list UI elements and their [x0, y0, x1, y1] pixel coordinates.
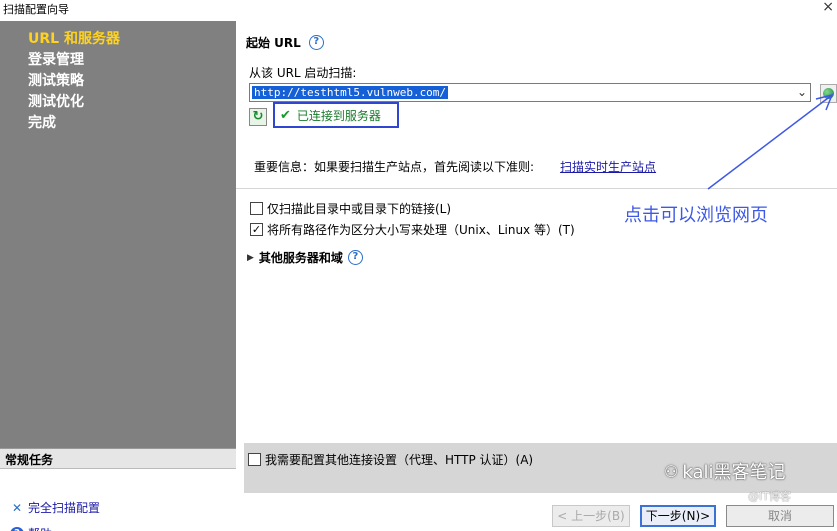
- other-servers-domains-label: 其他服务器和域: [258, 251, 343, 265]
- option-label: 我需要配置其他连接设置（代理、HTTP 认证）(A): [265, 453, 534, 467]
- watermark: ⚇ kali黑客笔记: [664, 458, 785, 484]
- refresh-connection-button[interactable]: ↻: [249, 108, 267, 126]
- help-icon: ?: [10, 526, 24, 531]
- task-label: 帮助: [28, 525, 52, 531]
- step-test-optimization[interactable]: 测试优化: [28, 92, 120, 113]
- check-icon: ✔: [280, 107, 291, 123]
- option-case-sensitive-paths[interactable]: ✓ 将所有路径作为区分大小写来处理（Unix、Linux 等）(T): [250, 221, 575, 238]
- common-tasks-panel: 常规任务 ✕ 完全扫描配置 ? 帮助: [0, 448, 236, 531]
- wizard-steps: URL 和服务器 登录管理 测试策略 测试优化 完成: [28, 29, 120, 134]
- start-url-value[interactable]: http://testhtml5.vulnweb.com/: [252, 86, 449, 99]
- task-full-scan-config[interactable]: ✕ 完全扫描配置: [10, 499, 100, 516]
- option-scan-directory-only[interactable]: 仅扫描此目录中或目录下的链接(L): [250, 200, 451, 217]
- option-other-connection-settings[interactable]: 我需要配置其他连接设置（代理、HTTP 认证）(A): [248, 451, 533, 468]
- wechat-icon: ⚇: [664, 461, 679, 481]
- connection-status: ✔ 已连接到服务器: [273, 102, 399, 128]
- annotation-text: 点击可以浏览网页: [624, 205, 768, 226]
- step-test-policy[interactable]: 测试策略: [28, 71, 120, 92]
- checkbox-unchecked[interactable]: [248, 453, 261, 466]
- tasks-header: 常规任务: [0, 449, 236, 469]
- scan-production-link[interactable]: 扫描实时生产站点: [560, 158, 656, 175]
- annotation-arrow: [707, 93, 834, 190]
- next-button[interactable]: 下一步(N)>: [640, 505, 716, 527]
- window-title: 扫描配置向导: [3, 3, 69, 16]
- other-servers-domains-expander[interactable]: ▶ 其他服务器和域 ?: [247, 249, 363, 266]
- question-icon[interactable]: ?: [308, 35, 324, 50]
- start-url-label: 从该 URL 启动扫描:: [249, 66, 357, 80]
- step-url-server[interactable]: URL 和服务器: [28, 29, 120, 50]
- main-panel: 起始 URL ? 从该 URL 启动扫描: http://testhtml5.v…: [236, 21, 837, 531]
- triangle-right-icon: ▶: [247, 252, 254, 263]
- question-icon[interactable]: ?: [347, 250, 363, 265]
- connection-status-text: 已连接到服务器: [296, 108, 381, 123]
- option-label: 仅扫描此目录中或目录下的链接(L): [267, 202, 452, 216]
- watermark-small: @IT博客: [748, 490, 791, 503]
- step-finish[interactable]: 完成: [28, 113, 120, 134]
- option-label: 将所有路径作为区分大小写来处理（Unix、Linux 等）(T): [267, 223, 575, 237]
- checkbox-checked[interactable]: ✓: [250, 223, 263, 236]
- title-bar: 扫描配置向导 ×: [0, 0, 837, 17]
- close-icon[interactable]: ×: [822, 0, 834, 15]
- prev-button[interactable]: < 上一步(B): [552, 505, 630, 527]
- task-help[interactable]: ? 帮助: [10, 525, 52, 531]
- important-info-text: 重要信息：如果要扫描生产站点，首先阅读以下准则:: [254, 160, 535, 174]
- task-label: 完全扫描配置: [28, 501, 101, 515]
- important-info: 重要信息：如果要扫描生产站点，首先阅读以下准则: 扫描实时生产站点: [254, 158, 656, 175]
- watermark-text: kali黑客笔记: [682, 462, 786, 483]
- cancel-button[interactable]: 取消: [726, 505, 834, 527]
- arrow-line: [707, 94, 833, 190]
- tools-icon: ✕: [11, 500, 23, 515]
- refresh-icon: ↻: [252, 109, 264, 124]
- section-title: 起始 URL ?: [246, 34, 324, 51]
- step-login-management[interactable]: 登录管理: [28, 50, 120, 71]
- section-title-text: 起始 URL: [246, 36, 301, 50]
- wizard-sidebar: URL 和服务器 登录管理 测试策略 测试优化 完成 常规任务 ✕ 完全扫描配置…: [0, 21, 236, 531]
- checkbox-unchecked[interactable]: [250, 202, 263, 215]
